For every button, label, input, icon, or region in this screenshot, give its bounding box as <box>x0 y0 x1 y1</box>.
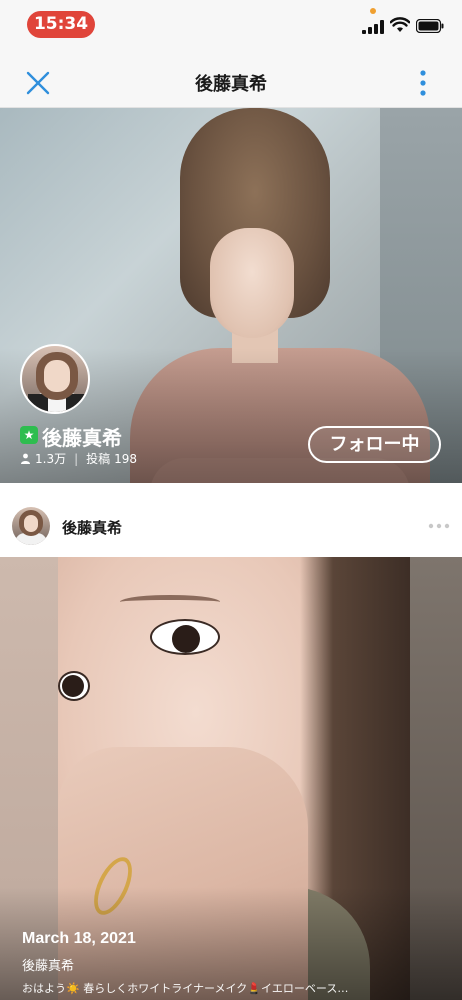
signal-icon <box>362 20 384 34</box>
posts-count: 198 <box>114 451 138 466</box>
wifi-icon <box>390 17 410 32</box>
more-vertical-icon[interactable] <box>413 68 433 98</box>
stats-divider: | <box>74 451 79 466</box>
posts-label: 投稿 <box>86 452 111 466</box>
post-author-avatar[interactable] <box>12 507 50 545</box>
profile-hero: ★ 後藤真希 1.3万 | 投稿 198 フォロー中 <box>0 108 462 483</box>
profile-name: 後藤真希 <box>42 426 122 450</box>
star-badge-icon: ★ <box>20 426 38 444</box>
post-sub-author: 後藤真希 <box>22 959 75 974</box>
status-bar: 15:34 <box>0 0 462 50</box>
status-time: 15:34 <box>27 11 95 38</box>
followers-count: 1.3万 <box>35 452 67 466</box>
page-title: 後藤真希 <box>195 74 267 95</box>
person-icon <box>21 453 30 464</box>
post-date: March 18, 2021 <box>22 930 136 947</box>
privacy-indicator-dot <box>370 8 376 14</box>
post-caption[interactable]: おはよう☀️ 春らしくホワイトライナーメイク💄イエローベース… <box>22 980 442 996</box>
nav-bar: 後藤真希 <box>0 50 462 108</box>
profile-avatar[interactable] <box>20 344 90 414</box>
battery-icon <box>416 19 444 33</box>
profile-stats: 1.3万 | 投稿 198 <box>20 450 137 467</box>
following-button[interactable]: フォロー中 <box>308 426 441 463</box>
post-header: 後藤真希 <box>0 493 462 555</box>
more-horizontal-icon[interactable] <box>428 523 450 529</box>
post-author-name[interactable]: 後藤真希 <box>62 517 122 538</box>
